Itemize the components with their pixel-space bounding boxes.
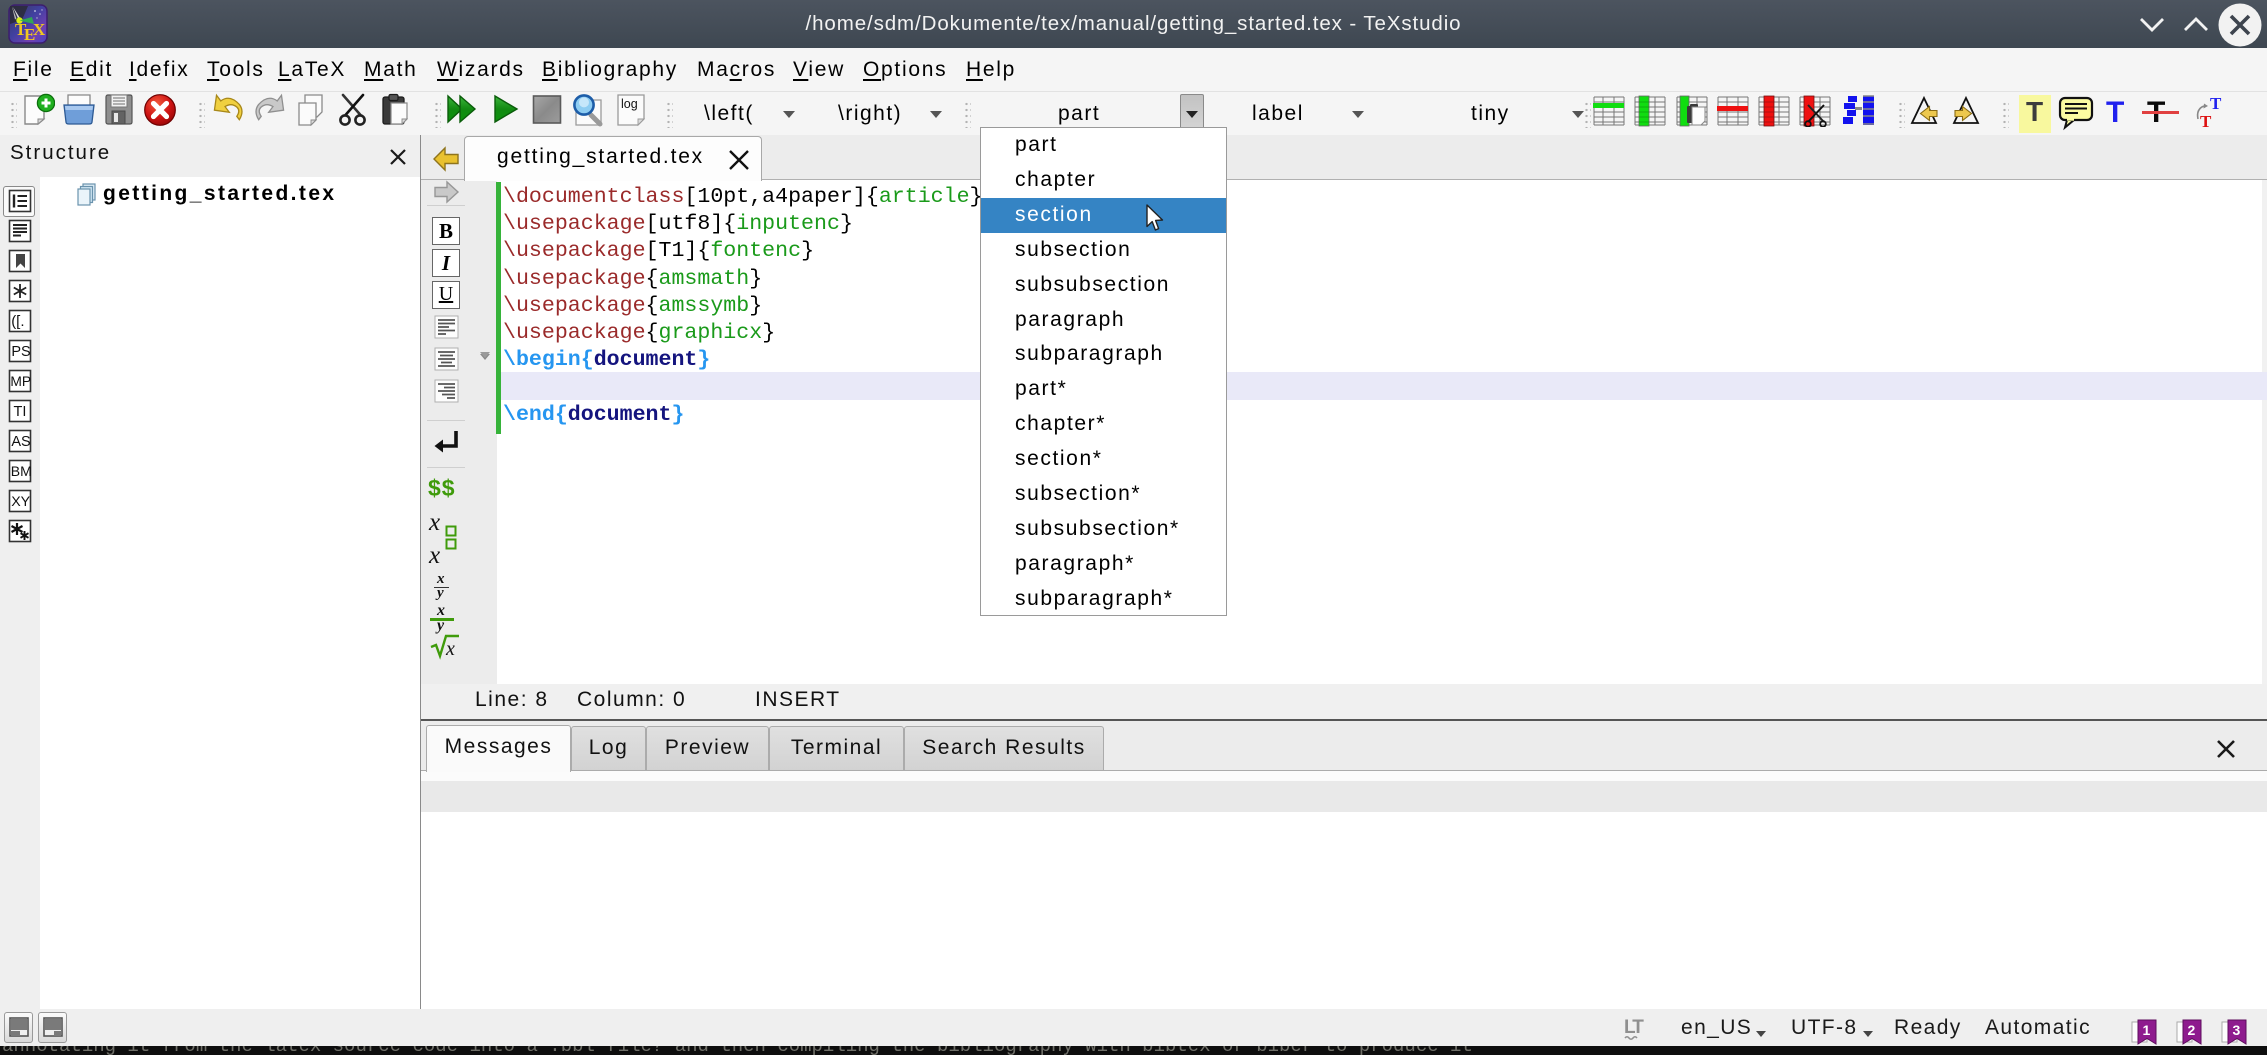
svg-text:3: 3 xyxy=(2233,1022,2241,1038)
svg-text:LT: LT xyxy=(1624,1017,1644,1038)
svg-text:log: log xyxy=(621,97,638,111)
svg-text:MP: MP xyxy=(10,374,31,389)
svg-text:T: T xyxy=(2210,97,2222,113)
svg-text:XY: XY xyxy=(11,494,30,510)
svg-text:2: 2 xyxy=(2188,1022,2196,1038)
svg-text:X: X xyxy=(33,20,46,39)
svg-text:T: T xyxy=(2200,112,2212,131)
svg-text:1: 1 xyxy=(2143,1022,2151,1038)
svg-text:TI: TI xyxy=(14,404,27,420)
svg-text:BM: BM xyxy=(11,463,32,479)
svg-text:PS: PS xyxy=(11,344,30,360)
svg-text:([.: ([. xyxy=(11,313,24,330)
svg-text:x: x xyxy=(445,638,455,660)
svg-text:AS: AS xyxy=(11,434,30,450)
